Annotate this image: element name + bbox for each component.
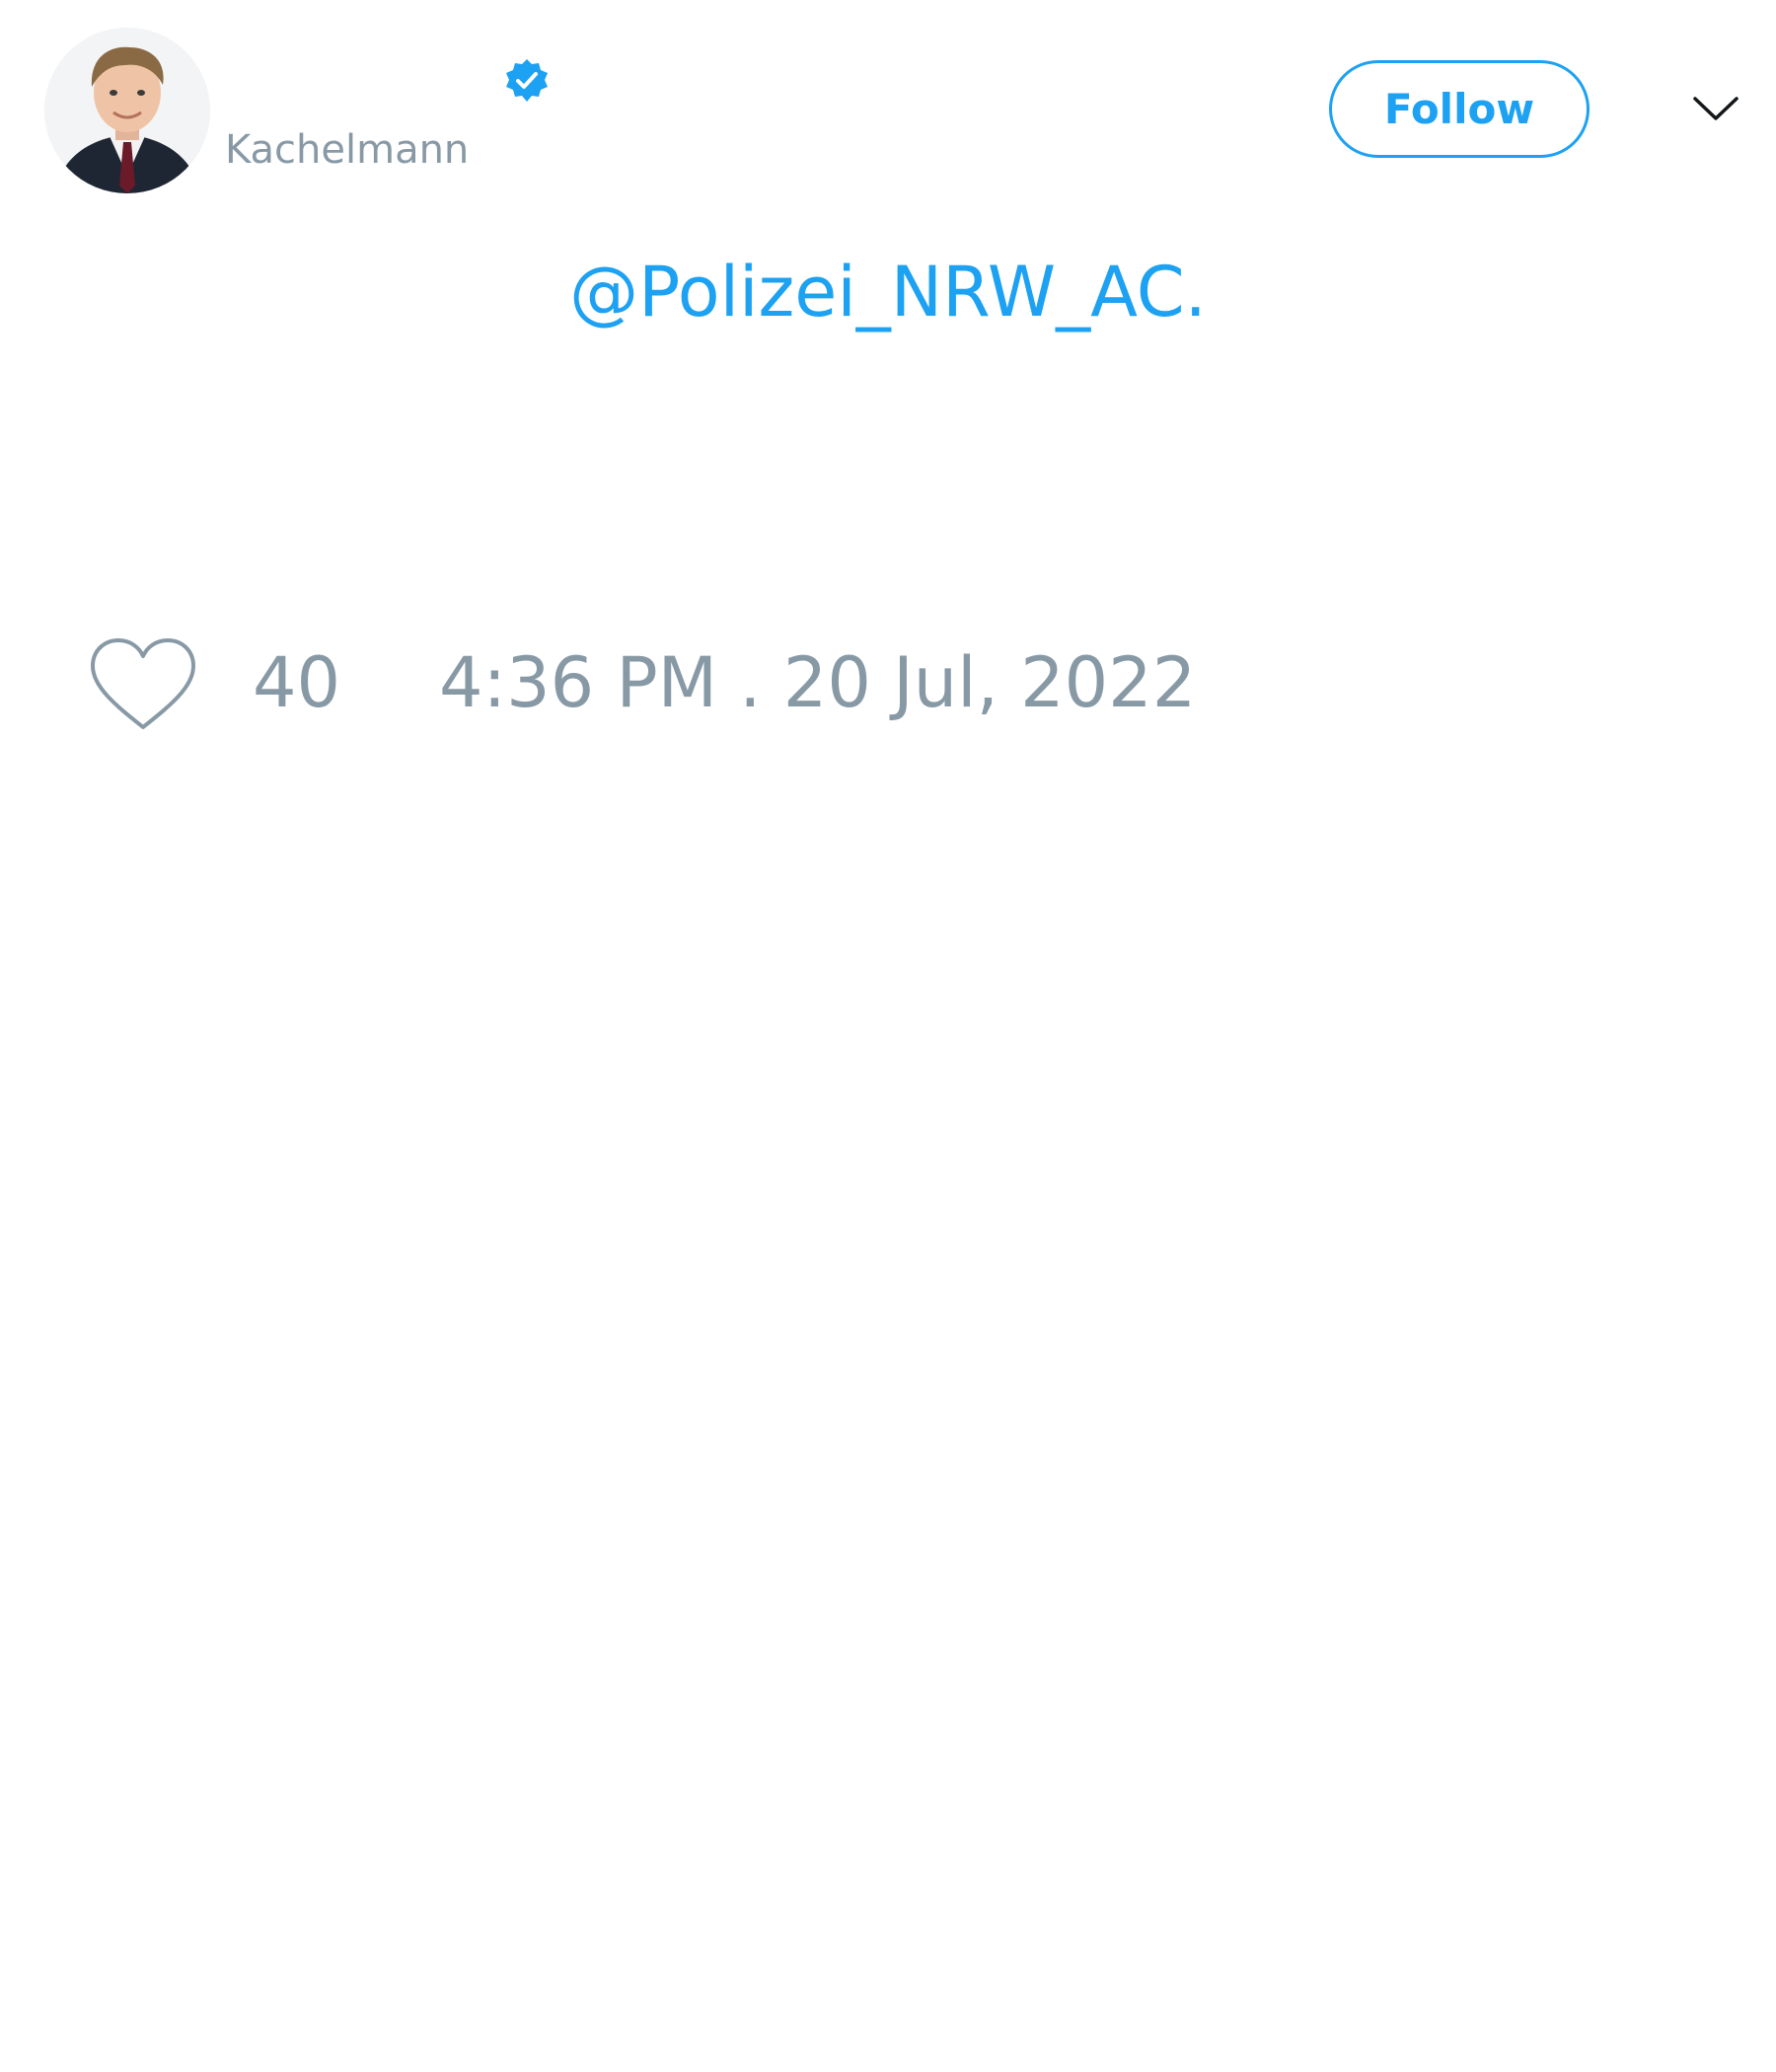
avatar[interactable] — [44, 28, 210, 193]
profile-photo — [44, 28, 210, 193]
chevron-down-icon[interactable] — [1691, 89, 1740, 128]
tweet-timestamp[interactable]: 4:36 PM . 20 Jul, 2022 — [439, 643, 1196, 722]
verified-badge-icon — [503, 57, 551, 105]
follow-button[interactable]: Follow — [1329, 60, 1590, 158]
like-count: 40 — [253, 642, 341, 723]
tweet-text: @Polizei_NRW_AC. — [0, 253, 1776, 332]
author-handle[interactable]: Kachelmann — [225, 126, 469, 174]
heart-icon[interactable] — [89, 636, 197, 735]
mention-link[interactable]: @Polizei_NRW_AC. — [569, 252, 1207, 333]
